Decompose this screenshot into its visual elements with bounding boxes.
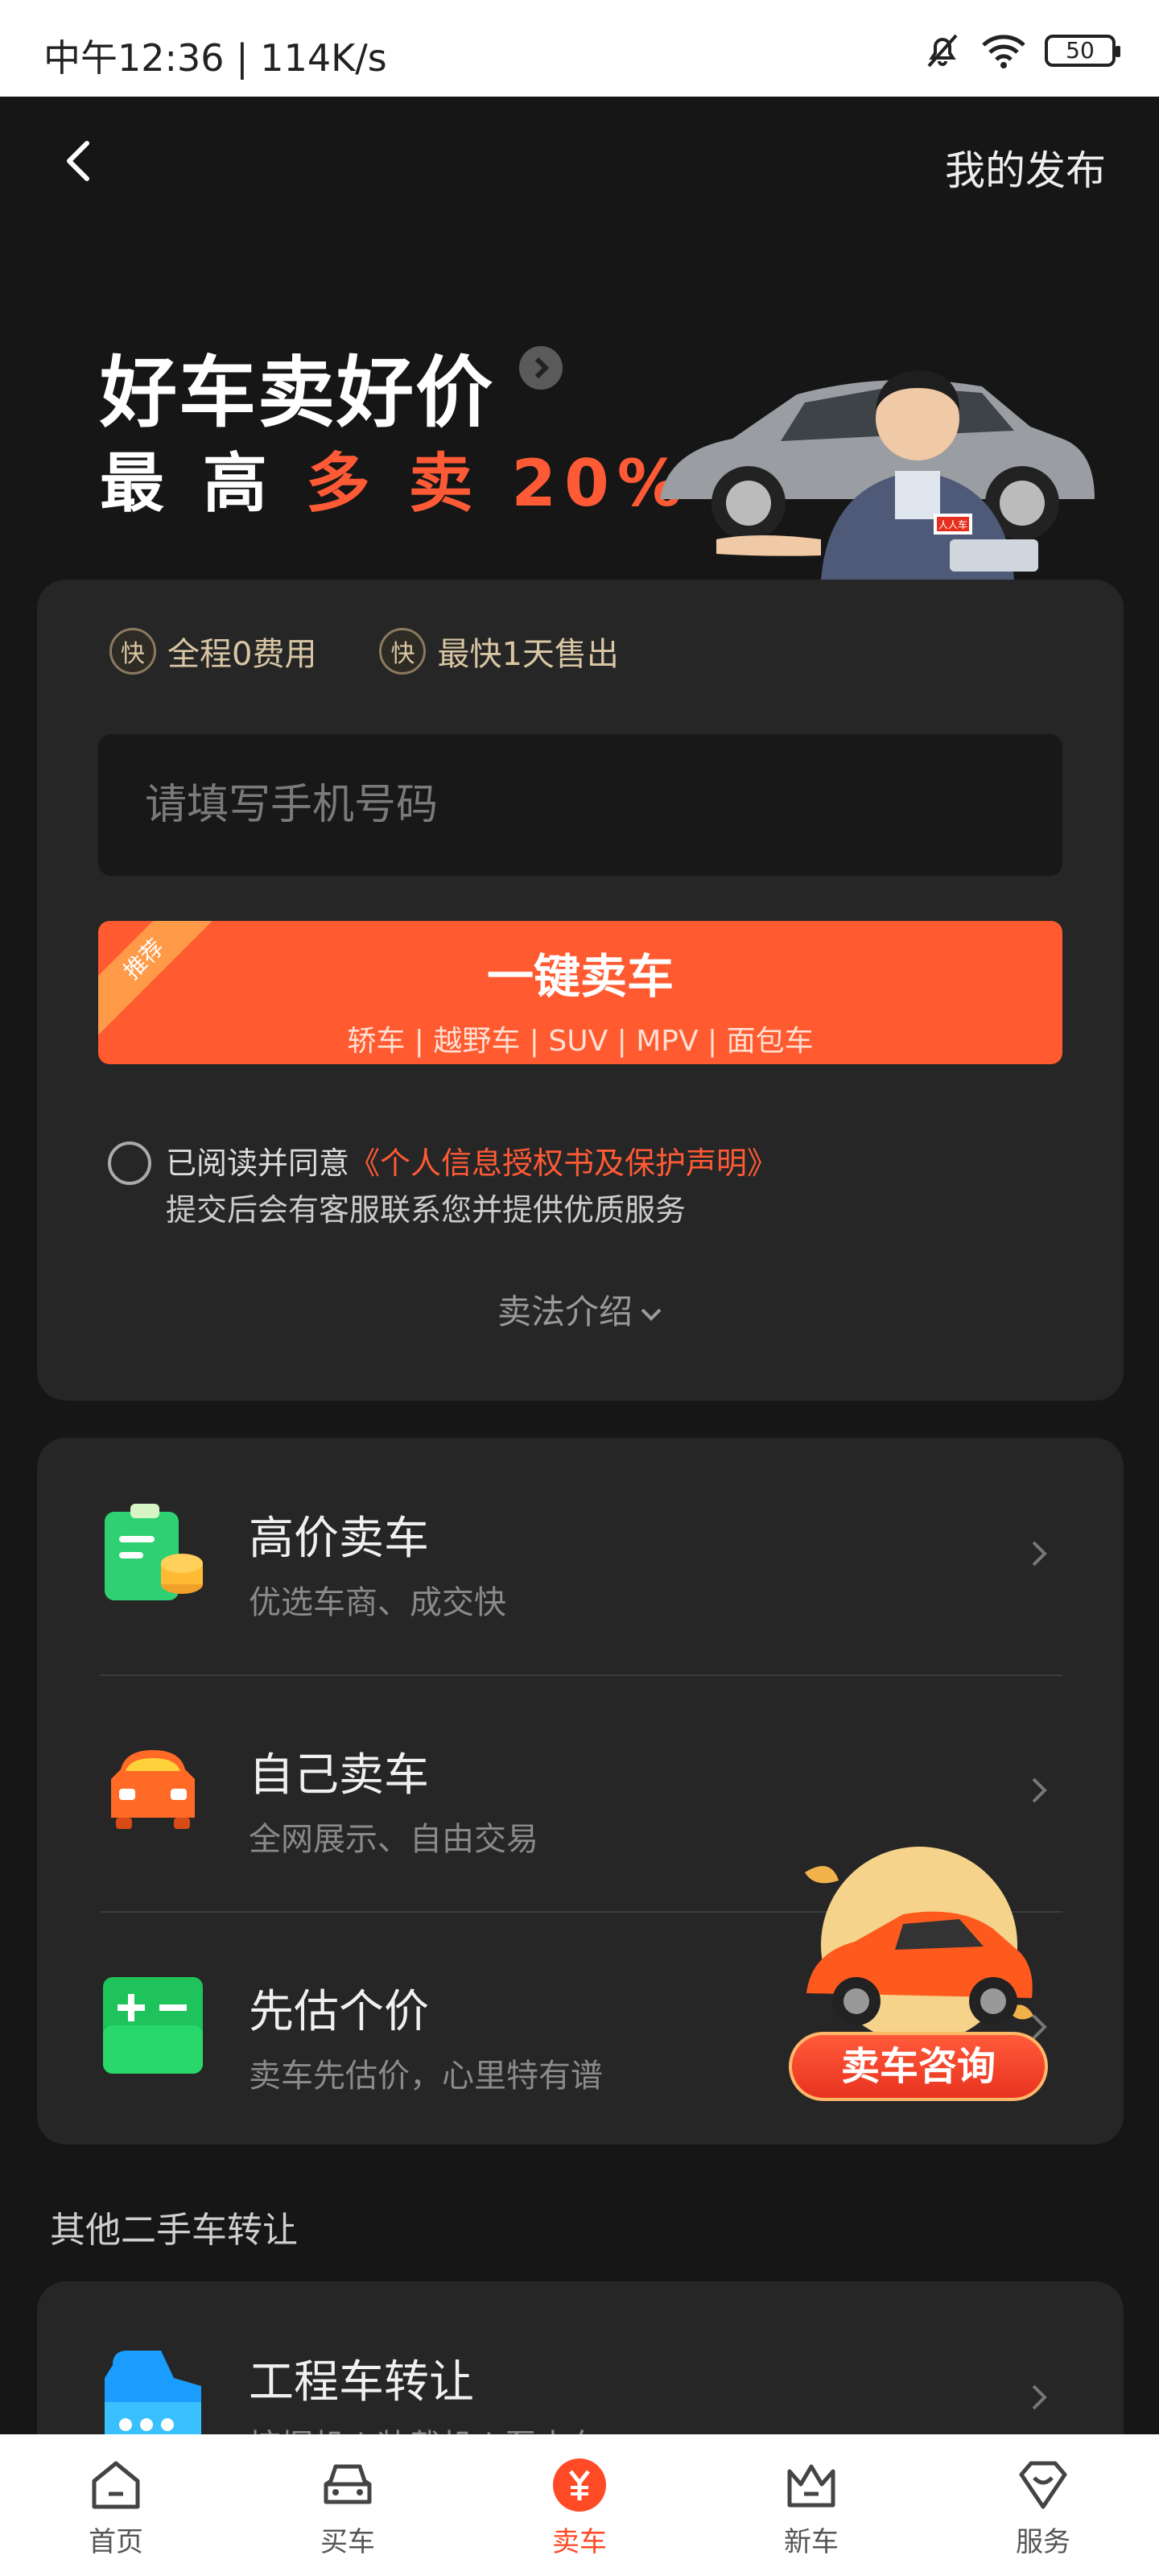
bottom-nav: 首页 买车 卖车 新车 服务 <box>0 2434 1159 2576</box>
chevron-down-icon <box>641 1308 662 1321</box>
car-front-icon <box>111 1750 195 1829</box>
chevron-right-icon <box>1032 1777 1047 1803</box>
feature-list: 快 全程0费用 快 最快1天售出 <box>109 628 619 675</box>
feature-label: 最快1天售出 <box>437 636 619 673</box>
crown-icon <box>787 2464 835 2508</box>
nav-home[interactable]: 首页 <box>0 2434 232 2576</box>
car-types-label: 轿车 | 越野车 | SUV | MPV | 面包车 <box>347 1025 814 1058</box>
nav-label: 新车 <box>784 2526 839 2558</box>
banner-title: 好车卖好价 <box>100 348 494 438</box>
feature-item: 快 全程0费用 <box>109 628 316 675</box>
header: 我的发布 <box>0 97 1159 233</box>
engineering-vehicle-icon <box>105 2351 201 2449</box>
back-arrow-icon[interactable] <box>56 137 105 185</box>
salesman-with-car-illustration: 人人车 <box>660 370 1095 580</box>
nav-label: 买车 <box>320 2526 375 2558</box>
nav-label: 首页 <box>89 2526 143 2558</box>
option-title: 先估个价 <box>249 1986 429 2038</box>
phone-input[interactable] <box>98 734 1062 876</box>
svg-text:人人车: 人人车 <box>938 518 967 530</box>
promo-banner[interactable]: 好车卖好价 最 高 多 卖 20% 人人车 <box>0 290 1159 588</box>
yen-icon <box>553 2458 606 2512</box>
agree-radio[interactable] <box>108 1141 151 1185</box>
option-title: 高价卖车 <box>249 1513 429 1565</box>
sell-form-card: 快 全程0费用 快 最快1天售出 推荐 一键卖车 轿车 | 越野车 | SUV … <box>37 580 1124 1401</box>
option-subtitle: 卖车先估价，心里特有谱 <box>249 2058 603 2095</box>
my-posts-link[interactable]: 我的发布 <box>945 138 1106 196</box>
chevron-right-icon <box>519 346 563 390</box>
agree-note: 提交后会有客服联系您并提供优质服务 <box>166 1192 687 1228</box>
sell-consult-button[interactable]: 卖车咨询 <box>789 2032 1048 2101</box>
banner-highlight: 多 卖 20% <box>305 446 690 521</box>
calculator-icon <box>103 1977 203 2074</box>
mute-bell-icon <box>927 34 958 68</box>
option-subtitle: 优选车商、成交快 <box>249 1584 506 1621</box>
sell-consult-widget[interactable]: 卖车咨询 <box>782 1840 1056 2106</box>
option-subtitle: 全网展示、自由交易 <box>249 1821 538 1858</box>
clipboard-coins-icon <box>105 1504 203 1600</box>
nav-sell[interactable]: 卖车 <box>464 2434 695 2576</box>
privacy-link[interactable]: 《个人信息授权书及保护声明》 <box>349 1146 777 1181</box>
eng-title: 工程车转让 <box>249 2356 474 2409</box>
fast-badge-icon: 快 <box>379 628 427 675</box>
status-time: 中午12:36 | 114K/s <box>43 36 387 80</box>
feature-label: 全程0费用 <box>167 636 317 673</box>
feature-item: 快 最快1天售出 <box>379 628 619 675</box>
nav-new-car[interactable]: 新车 <box>695 2434 927 2576</box>
fast-badge-icon: 快 <box>109 628 156 675</box>
option-high-price[interactable]: 高价卖车 优选车商、成交快 <box>37 1438 1124 1674</box>
sell-intro-toggle[interactable]: 卖法介绍 <box>37 1285 1124 1334</box>
banner-subtitle: 最 高 多 卖 20% <box>100 446 690 521</box>
battery-icon: 50 <box>1045 35 1120 67</box>
orange-car-illustration <box>805 1847 1033 2043</box>
wifi-icon <box>982 35 1025 68</box>
section-title: 其他二手车转让 <box>50 2210 298 2251</box>
chevron-right-icon <box>1032 1541 1047 1567</box>
one-click-sell-button[interactable]: 推荐 一键卖车 轿车 | 越野车 | SUV | MPV | 面包车 <box>98 921 1062 1064</box>
status-bar: 中午12:36 | 114K/s 50 <box>0 0 1159 97</box>
nav-buy[interactable]: 买车 <box>232 2434 464 2576</box>
home-icon <box>92 2461 140 2509</box>
agree-prefix: 已阅读并同意 <box>166 1146 350 1181</box>
chevron-right-icon <box>1032 2384 1047 2410</box>
option-title: 自己卖车 <box>249 1749 429 1802</box>
nav-label: 卖车 <box>552 2526 607 2558</box>
nav-service[interactable]: 服务 <box>927 2434 1159 2576</box>
heart-service-icon <box>1019 2461 1067 2509</box>
car-icon <box>324 2464 372 2504</box>
nav-label: 服务 <box>1016 2526 1070 2558</box>
sell-button-label: 一键卖车 <box>486 949 674 1004</box>
